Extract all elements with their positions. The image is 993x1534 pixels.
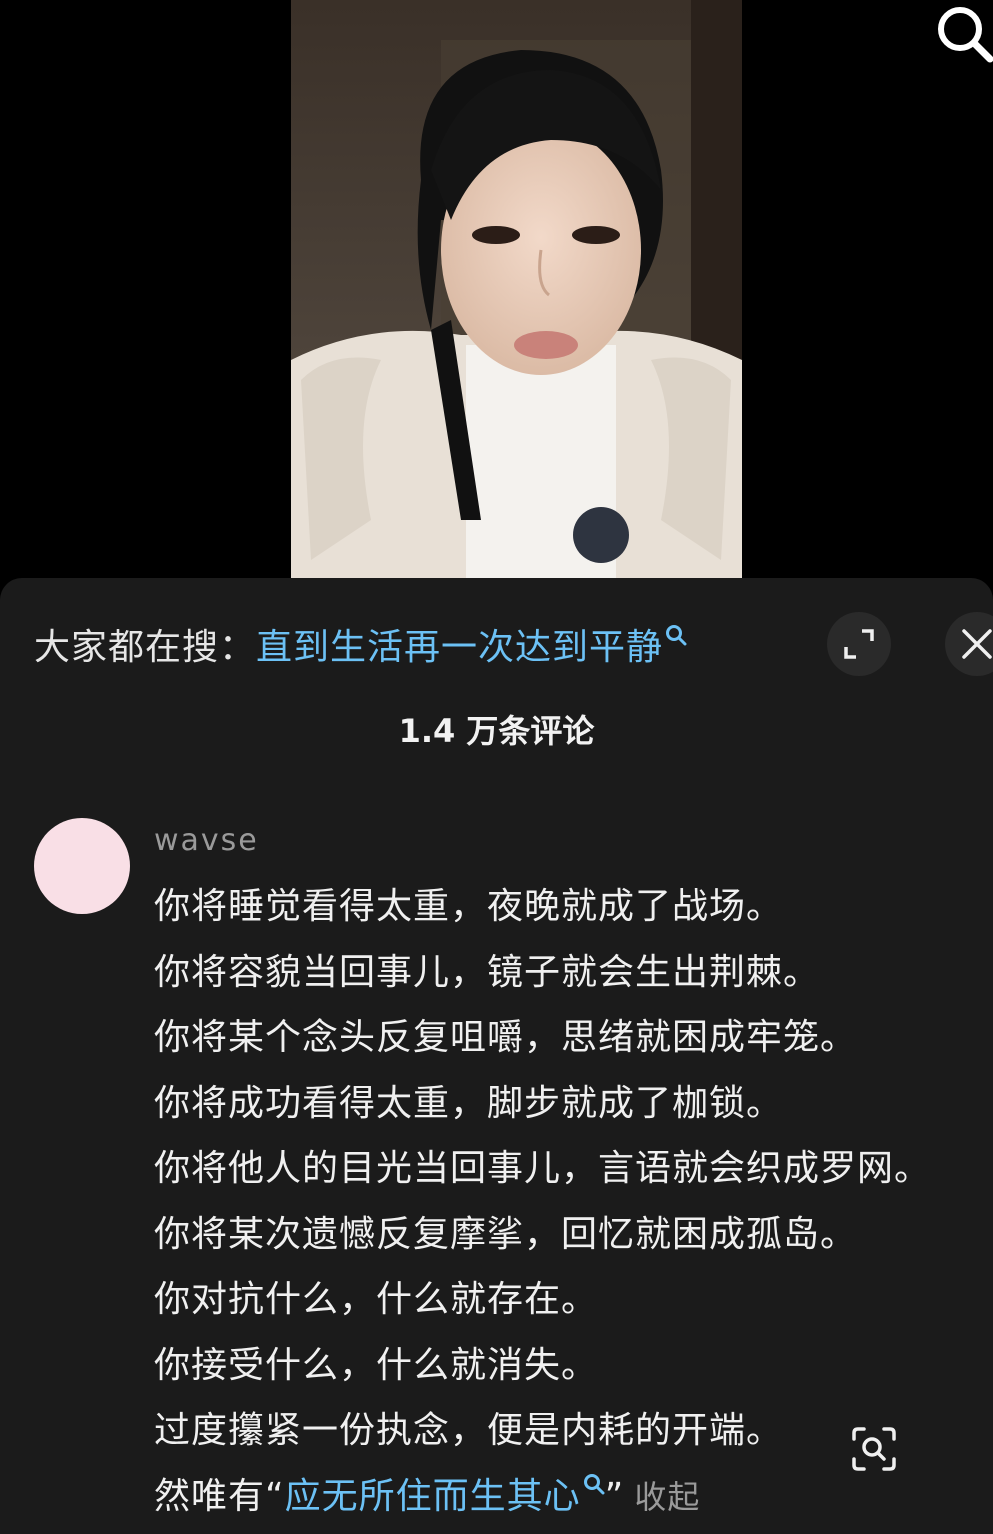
close-button[interactable] [945, 612, 993, 676]
avatar[interactable] [34, 818, 130, 914]
comment-last-line-suffix: ” [604, 1475, 625, 1517]
mini-search-icon [583, 1473, 605, 1494]
comment-username[interactable]: wavse [154, 823, 259, 858]
expand-button[interactable] [827, 612, 891, 676]
hot-search-label: 大家都在搜： [34, 627, 257, 668]
search-icon [938, 7, 993, 63]
comment-keyword-link[interactable]: 应无所住而生其心 [285, 1476, 581, 1517]
collapse-button[interactable]: 收起 [634, 1478, 700, 1516]
comment-line: 你对抗什么，什么就存在。 [154, 1279, 599, 1320]
video-frame[interactable] [291, 0, 742, 578]
comment-line: 你将成功看得太重，脚步就成了枷锁。 [154, 1082, 784, 1124]
expand-icon [844, 629, 874, 659]
comment-line: 你将他人的目光当回事儿，言语就会织成罗网。 [154, 1148, 932, 1189]
comment-line: 你将某个念头反复咀嚼，思绪就困成牢笼。 [154, 1017, 858, 1058]
comment-last-line: 然唯有“应无所住而生其心 ” 收起 [154, 1464, 993, 1530]
comment-line: 你将睡觉看得太重，夜晚就成了战场。 [154, 886, 784, 927]
scan-search-icon [852, 1427, 896, 1471]
close-icon [962, 629, 992, 659]
hot-search-bar[interactable]: 大家都在搜：直到生活再一次达到平静 [34, 618, 687, 668]
video-area[interactable] [0, 0, 993, 590]
comment-last-line-prefix: 然唯有“ [154, 1475, 285, 1517]
scan-search-button[interactable] [850, 1425, 898, 1473]
comment-line: 你将容貌当回事儿，镜子就会生出荆棘。 [154, 951, 821, 993]
comment-line: 你将某次遗憾反复摩挲，回忆就困成孤岛。 [154, 1213, 858, 1255]
search-button[interactable] [934, 3, 993, 63]
comment-line: 你接受什么，什么就消失。 [154, 1344, 599, 1386]
hot-search-query-link[interactable]: 直到生活再一次达到平静 [256, 627, 663, 668]
comment-count: 1.4 万条评论 [398, 712, 595, 750]
mini-search-icon [666, 625, 687, 646]
comment-sheet: 大家都在搜：直到生活再一次达到平静 1.4 万条评论 wavse 你将睡觉看得太… [0, 578, 993, 1534]
video-thumbnail [291, 0, 742, 578]
